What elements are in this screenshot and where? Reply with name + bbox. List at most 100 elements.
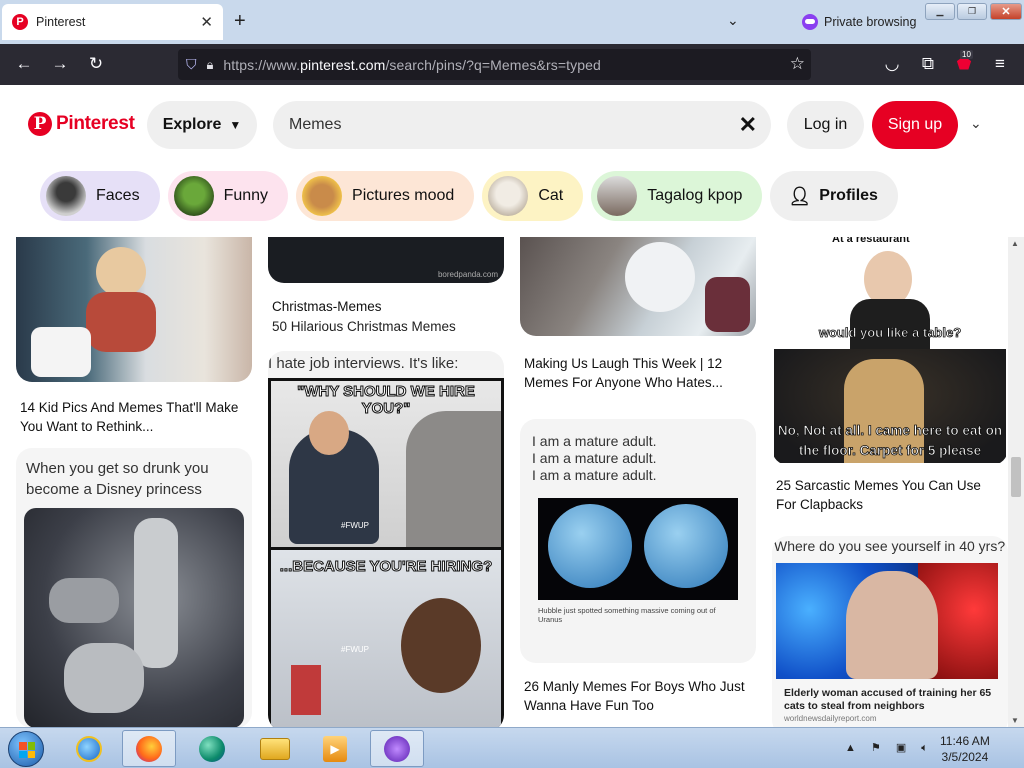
explore-label: Explore — [162, 116, 222, 133]
pin-image[interactable] — [520, 237, 756, 336]
pin-meme-panel-top[interactable]: "WHY SHOULD WE HIRE YOU?" #FWUP — [271, 381, 501, 547]
taskbar-media-player[interactable]: ▶ — [308, 730, 362, 767]
extensions-puzzle-icon[interactable]: ⧉ — [918, 54, 938, 74]
pin-card[interactable]: I hate job interviews. It's like: "WHY S… — [268, 351, 504, 727]
pin-photo-pillow — [705, 277, 750, 332]
pin-image[interactable]: boredpanda.com — [268, 237, 504, 283]
pin-photo-red-shirt — [291, 665, 321, 715]
pin-card[interactable]: Making Us Laugh This Week | 12 Memes For… — [520, 237, 756, 392]
chip-tagalog-kpop[interactable]: Tagalog kpop — [591, 171, 763, 221]
chip-funny[interactable]: Funny — [167, 171, 289, 221]
pin-title[interactable]: 26 Manly Memes For Boys Who Just Wanna H… — [520, 663, 756, 715]
pin-subtitle: 50 Hilarious Christmas Memes — [272, 319, 456, 334]
taskbar-edge[interactable] — [185, 730, 239, 767]
media-player-icon: ▶ — [323, 735, 347, 762]
lock-icon[interactable]: 🔒︎ — [207, 57, 214, 73]
more-chevron-down-icon[interactable]: ⌄ — [970, 115, 982, 132]
chip-pictures-mood[interactable]: Pictures mood — [296, 171, 475, 221]
pin-meme-panel-bottom[interactable]: ...BECAUSE YOU'RE HIRING? #FWUP — [271, 550, 501, 727]
url-text[interactable]: https://www.pinterest.com/search/pins/?q… — [223, 57, 600, 73]
browser-tab[interactable]: P Pinterest ✕ — [2, 4, 223, 40]
taskbar-internet-explorer[interactable] — [62, 730, 116, 767]
scrollbar-thumb[interactable] — [1011, 457, 1021, 497]
taskbar-firefox[interactable] — [122, 730, 176, 767]
pin-card[interactable]: boredpanda.com Christmas-Memes 50 Hilari… — [268, 237, 504, 334]
restore-window-button[interactable]: ❐ — [957, 3, 987, 20]
menu-hamburger-icon[interactable]: ≡ — [990, 54, 1010, 74]
chip-faces[interactable]: Faces — [40, 171, 160, 221]
windows-taskbar: ▶ ▲ ⚑ ▣ 🔈︎ 11:46 AM 3/5/2024 — [0, 727, 1024, 768]
bookmark-star-icon[interactable]: ☆ — [790, 54, 805, 74]
pin-card[interactable]: 14 Kid Pics And Memes That'll Make You W… — [16, 237, 252, 436]
taskbar-file-explorer[interactable] — [248, 730, 302, 767]
chip-label: Pictures mood — [352, 187, 455, 204]
pin-text-line: I am a mature adult. — [532, 467, 657, 483]
pin-card[interactable]: Where do you see yourself in 40 yrs? Eld… — [772, 536, 1008, 727]
search-bar[interactable]: ✕ — [273, 101, 771, 149]
pin-headline: Hubble just spotted something massive co… — [538, 606, 716, 624]
address-bar[interactable]: ⛉ 🔒︎ https://www.pinterest.com/search/pi… — [178, 49, 811, 80]
pin-photo-blanket — [625, 242, 695, 312]
search-suggestion-chips: Faces Funny Pictures mood Cat Tagalog kp… — [40, 171, 906, 221]
pin-image[interactable] — [24, 508, 244, 727]
scroll-up-icon[interactable]: ▲ — [1011, 239, 1019, 248]
pin-photo-candidate — [406, 411, 501, 547]
taskbar-clock[interactable]: 11:46 AM 3/5/2024 — [940, 733, 990, 765]
pin-photo-child — [96, 247, 146, 297]
pin-meme-frame: "WHY SHOULD WE HIRE YOU?" #FWUP ...BECAU… — [268, 378, 504, 727]
pinterest-logo[interactable]: P Pinterest — [28, 112, 135, 136]
chip-funny-thumbnail — [173, 176, 214, 216]
close-tab-icon[interactable]: ✕ — [200, 13, 213, 31]
pin-title[interactable]: Making Us Laugh This Week | 12 Memes For… — [520, 336, 756, 392]
start-button[interactable] — [8, 731, 44, 767]
signup-button[interactable]: Sign up — [872, 101, 958, 149]
pin-image[interactable]: I am a mature adult. I am a mature adult… — [520, 419, 756, 663]
reload-icon[interactable]: ↻ — [86, 54, 106, 74]
login-button[interactable]: Log in — [787, 101, 864, 149]
chip-tagalog-kpop-thumbnail — [597, 176, 638, 216]
new-tab-button[interactable]: + — [234, 10, 246, 33]
taskbar-firefox-private[interactable] — [370, 730, 424, 767]
chip-label: Faces — [96, 187, 140, 204]
pin-card[interactable]: I am a mature adult. I am a mature adult… — [520, 419, 756, 715]
pin-card[interactable]: When you get so drunk you become a Disne… — [16, 448, 252, 727]
pinterest-favicon-icon: P — [12, 14, 28, 30]
chip-cat-thumbnail — [488, 176, 529, 216]
chevron-down-icon: ▼ — [229, 118, 242, 132]
pin-photo-man: No, Not at all. I came here to eat on th… — [774, 349, 1006, 463]
chip-label: Tagalog kpop — [647, 187, 743, 204]
back-arrow-icon[interactable]: ← — [14, 54, 34, 74]
pin-title[interactable]: 14 Kid Pics And Memes That'll Make You W… — [16, 382, 252, 436]
chip-profiles[interactable]: 👤︎ Profiles — [770, 171, 898, 221]
scroll-down-icon[interactable]: ▼ — [1011, 716, 1019, 725]
pin-caption: Where do you see yourself in 40 yrs? — [774, 538, 1006, 554]
pin-card[interactable]: At a restaurant would you like a table? … — [772, 237, 1008, 514]
pin-title[interactable]: Christmas-Memes — [268, 283, 504, 316]
pin-headline: Elderly woman accused of training her 65… — [784, 687, 992, 712]
pocket-icon[interactable]: ◡ — [882, 54, 902, 74]
pin-title[interactable]: 25 Sarcastic Memes You Can Use For Clapb… — [772, 465, 1008, 514]
pinterest-wordmark: Pinterest — [56, 113, 135, 134]
system-tray[interactable]: ▲ ⚑ ▣ 🔈︎ — [845, 741, 934, 755]
pin-image[interactable]: At a restaurant would you like a table? … — [772, 237, 1008, 465]
search-input[interactable] — [289, 116, 709, 134]
chip-pictures-mood-thumbnail — [302, 176, 343, 216]
edge-icon — [199, 735, 225, 762]
pin-photo-person — [134, 518, 178, 668]
private-browsing-indicator: Private browsing — [802, 14, 916, 30]
tracking-shield-icon[interactable]: ⛉ — [186, 56, 197, 73]
explore-button[interactable]: Explore ▼ — [147, 101, 257, 149]
person-icon: 👤︎ — [788, 185, 812, 206]
forward-arrow-icon[interactable]: → — [50, 54, 70, 74]
minimize-window-button[interactable]: ▁ — [925, 3, 955, 20]
pin-image[interactable] — [16, 237, 252, 382]
pinterest-logo-icon: P — [28, 112, 52, 136]
close-window-button[interactable]: ✕ — [990, 3, 1022, 20]
list-tabs-chevron-icon[interactable]: ⌄ — [727, 12, 739, 29]
pin-photo-girl-face — [401, 598, 481, 693]
pin-source: worldnewsdailyreport.com — [784, 714, 877, 723]
clear-search-icon[interactable]: ✕ — [739, 112, 757, 138]
chip-cat[interactable]: Cat — [482, 171, 584, 221]
pin-caption: When you get so drunk you become a Disne… — [26, 460, 209, 498]
page-scrollbar[interactable]: ▲ ▼ — [1008, 237, 1024, 727]
